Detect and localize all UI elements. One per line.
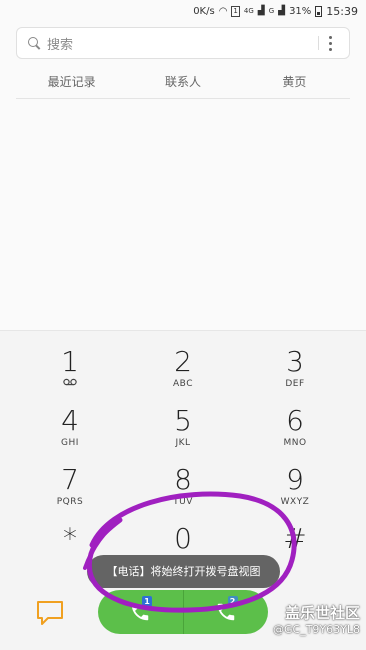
wifi-icon: ◠ xyxy=(218,5,228,17)
key-letters: DEF xyxy=(285,379,305,389)
key-digit: 3 xyxy=(286,345,304,378)
toast-message: 【电话】将始终打开拨号盘视图 xyxy=(87,555,280,588)
divider xyxy=(318,36,319,50)
key-digit: 1 xyxy=(61,345,79,378)
key-2[interactable]: 2 ABC xyxy=(143,346,223,390)
key-digit: 2 xyxy=(174,345,192,378)
tab-yellow-pages[interactable]: 黄页 xyxy=(239,66,350,98)
more-options-icon[interactable] xyxy=(329,35,333,51)
key-5[interactable]: 5 JKL xyxy=(143,405,223,449)
key-digit: * xyxy=(63,522,77,555)
key-9[interactable]: 9 WXYZ xyxy=(255,464,335,508)
key-star[interactable]: * xyxy=(30,523,110,555)
search-bar[interactable]: 搜索 xyxy=(16,27,350,59)
watermark-handle: @GC_T9Y63YL8 xyxy=(273,623,360,636)
key-7[interactable]: 7 PQRS xyxy=(30,464,110,508)
sim2-badge: 2 xyxy=(227,596,238,607)
sim1-indicator: 1 xyxy=(231,5,240,17)
key-digit: 9 xyxy=(286,463,304,496)
key-letters: GHI xyxy=(61,438,79,448)
search-input[interactable]: 搜索 xyxy=(47,34,318,53)
key-digit: 4 xyxy=(61,404,79,437)
key-letters: TUV xyxy=(173,497,193,507)
network-4g: 4G xyxy=(243,7,254,15)
voicemail-icon xyxy=(30,378,110,390)
key-digit: 6 xyxy=(286,404,304,437)
message-button[interactable] xyxy=(36,600,64,626)
tab-recents[interactable]: 最近记录 xyxy=(16,66,127,98)
sim1-badge: 1 xyxy=(142,596,152,607)
signal-icon: ▟ xyxy=(278,6,286,16)
results-area xyxy=(0,100,366,330)
watermark-title: 盖乐世社区 xyxy=(284,604,360,622)
key-letters: MNO xyxy=(283,438,307,448)
key-6[interactable]: 6 MNO xyxy=(255,405,335,449)
sim-label: 1 xyxy=(144,597,150,606)
network-g: G xyxy=(268,7,275,15)
battery-icon xyxy=(315,5,323,17)
key-letters: JKL xyxy=(175,438,191,448)
tab-contacts[interactable]: 联系人 xyxy=(127,66,238,98)
watermark: 盖乐世社区 @GC_T9Y63YL8 xyxy=(273,602,360,636)
clock: 15:39 xyxy=(326,4,358,18)
key-digit: 7 xyxy=(61,463,79,496)
call-sim1-button[interactable]: 1 xyxy=(98,590,183,634)
status-bar: 0K/s ◠ 1 4G ▟ G ▟ 31% 15:39 xyxy=(0,0,366,22)
key-8[interactable]: 8 TUV xyxy=(143,464,223,508)
call-sim2-button[interactable]: 2 xyxy=(184,590,269,634)
key-digit: 0 xyxy=(174,522,192,555)
key-0[interactable]: 0 xyxy=(143,523,223,555)
tab-bar: 最近记录 联系人 黄页 xyxy=(16,66,350,99)
key-digit: 5 xyxy=(174,404,192,437)
signal-icon: ▟ xyxy=(257,6,265,16)
sim-label: 2 xyxy=(229,597,236,606)
key-letters: PQRS xyxy=(56,497,84,507)
call-buttons: 1 2 xyxy=(98,590,268,634)
key-digit: # xyxy=(283,522,307,555)
key-hash[interactable]: # xyxy=(255,523,335,555)
battery-percent: 31% xyxy=(289,5,312,17)
key-letters: ABC xyxy=(173,379,193,389)
network-speed: 0K/s xyxy=(193,5,215,17)
chat-bubble-icon xyxy=(37,601,63,625)
key-1[interactable]: 1 xyxy=(30,346,110,390)
key-letters: WXYZ xyxy=(280,497,310,507)
key-3[interactable]: 3 DEF xyxy=(255,346,335,390)
key-digit: 8 xyxy=(174,463,192,496)
search-icon xyxy=(28,36,41,50)
key-4[interactable]: 4 GHI xyxy=(30,405,110,449)
